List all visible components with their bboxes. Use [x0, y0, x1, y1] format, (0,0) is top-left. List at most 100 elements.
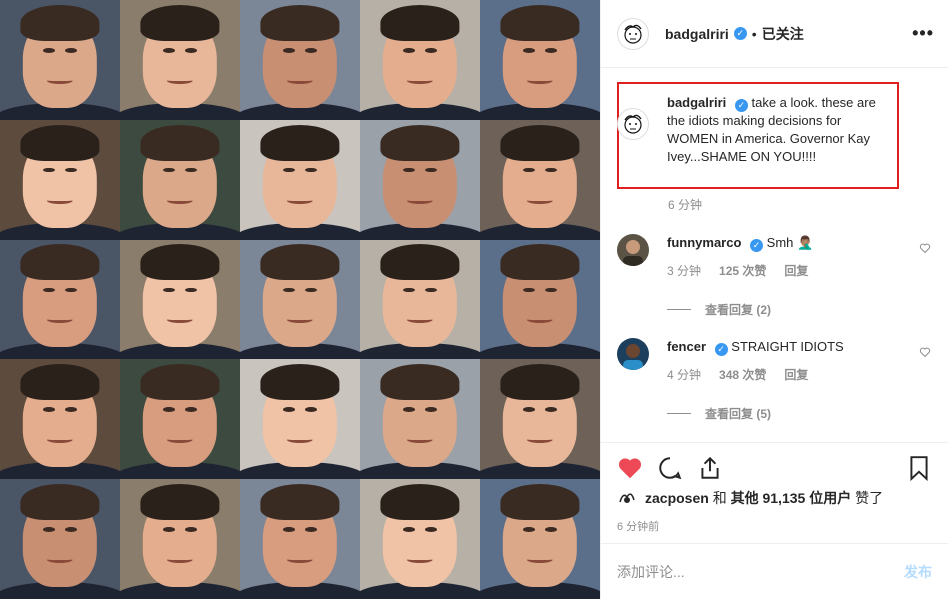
verified-badge-icon: ✓ [714, 343, 728, 356]
portrait-hair [140, 4, 220, 41]
portrait-eye-r [424, 47, 437, 53]
post-image[interactable] [0, 0, 600, 599]
comment-item: fencer ✓ STRAIGHT IDIOTS 4 分钟 348 次赞 回复 … [617, 338, 931, 422]
portrait-hair [500, 364, 580, 401]
comment-input[interactable] [617, 563, 904, 580]
portrait-hair [140, 483, 220, 520]
post-comment-button[interactable]: 发布 [904, 562, 932, 582]
portrait-eye-r [304, 287, 317, 293]
doodle-face-icon [624, 114, 642, 134]
portrait-photo [120, 0, 240, 120]
comment-bubble-icon[interactable] [657, 455, 683, 481]
reply-button[interactable]: 回复 [784, 262, 808, 279]
portrait-photo [360, 0, 480, 120]
author-username[interactable]: badgalriri [665, 26, 729, 42]
portrait-photo [120, 119, 240, 240]
view-replies-button[interactable]: 查看回复 (5) [667, 405, 931, 422]
comment-likes[interactable]: 125 次赞 [719, 262, 766, 279]
action-bar [601, 442, 948, 492]
post-header: badgalriri ✓ • 已关注 ••• [601, 0, 948, 68]
portrait-eye-l [403, 47, 416, 53]
portrait-hair [380, 244, 460, 281]
commenter-avatar[interactable] [617, 234, 649, 266]
comment-like-heart-icon[interactable] [919, 242, 931, 254]
portrait-photo [0, 239, 120, 360]
following-button[interactable]: 已关注 [762, 24, 804, 44]
commenter-avatar[interactable] [617, 338, 649, 370]
header-separator: • [751, 25, 757, 42]
portrait-photo [480, 239, 600, 360]
portrait-hair [380, 124, 460, 161]
portrait-eye-r [544, 287, 557, 293]
post-timestamp[interactable]: 6 分钟前 [617, 518, 659, 534]
view-replies-label: 查看回复 (5) [705, 407, 772, 421]
comments-list[interactable]: badgalriri ✓ take a look. these are the … [601, 68, 948, 442]
portrait-hair [20, 124, 100, 161]
portrait-hair [380, 364, 460, 401]
view-replies-button[interactable]: 查看回复 (2) [667, 301, 931, 318]
caption-timestamp: 6 分钟 [668, 198, 703, 212]
comment-item: funnymarco ✓ Smh 🤦🏽‍♂️ 3 分钟 125 次赞 回复 查看… [617, 234, 931, 318]
comment-like-heart-icon[interactable] [919, 346, 931, 358]
likes-and: 和 [712, 490, 727, 506]
portrait-eye-l [523, 527, 536, 532]
commenter-username[interactable]: fencer [667, 339, 706, 354]
portrait-hair [140, 244, 220, 281]
portrait-photo [0, 119, 120, 240]
liker-username[interactable]: zacposen [645, 490, 709, 506]
portrait-eye-r [184, 527, 197, 532]
doodle-face-icon [624, 24, 642, 44]
likes-count[interactable]: 91,135 [762, 490, 805, 506]
portrait-photo [360, 479, 480, 599]
portrait-hair [20, 364, 100, 401]
portrait-eye-r [304, 527, 317, 532]
bookmark-icon[interactable] [906, 455, 932, 481]
comment-likes[interactable]: 348 次赞 [719, 366, 766, 383]
post-details-panel: badgalriri ✓ • 已关注 ••• badgalriri ✓ take… [600, 0, 948, 599]
portrait-eye-l [283, 527, 296, 532]
likes-summary: zacposen 和 其他 91,135 位用户 赞了 [617, 488, 883, 508]
portrait-eye-l [403, 527, 416, 532]
portrait-photo [240, 359, 360, 480]
likes-others-label[interactable]: 其他 [731, 488, 759, 508]
view-replies-label: 查看回复 (2) [705, 303, 772, 317]
portrait-photo [240, 239, 360, 360]
comment-timestamp: 3 分钟 [667, 264, 702, 278]
caption-avatar[interactable] [617, 108, 649, 140]
portrait-hair [260, 124, 340, 161]
portrait-hair [20, 483, 100, 520]
like-heart-icon[interactable] [617, 455, 643, 481]
divider [667, 309, 691, 310]
portrait-hair [380, 4, 460, 41]
more-options-icon[interactable]: ••• [912, 23, 934, 44]
portrait-photo [240, 0, 360, 120]
portrait-hair [20, 4, 100, 41]
caption-username[interactable]: badgalriri [667, 95, 726, 110]
comment-text: STRAIGHT IDIOTS [731, 339, 844, 354]
portrait-eye-r [424, 287, 437, 293]
portrait-photo [120, 239, 240, 360]
portrait-hair [500, 244, 580, 281]
divider [667, 413, 691, 414]
caption-text-block: badgalriri ✓ take a look. these are the … [667, 94, 889, 166]
portrait-eye-r [64, 407, 77, 413]
likes-users-suffix[interactable]: 位用户 [809, 488, 851, 508]
portrait-hair [260, 4, 340, 41]
portrait-eye-r [64, 47, 77, 53]
likes-liked-suffix: 赞了 [855, 490, 884, 506]
verified-badge-icon: ✓ [733, 27, 747, 40]
portrait-eye-r [304, 47, 317, 53]
liker-avatar-icon[interactable] [617, 488, 637, 508]
portrait-eye-l [283, 47, 296, 53]
share-icon[interactable] [697, 455, 723, 481]
commenter-username[interactable]: funnymarco [667, 235, 741, 250]
portrait-photo [480, 119, 600, 240]
portrait-eye-r [64, 287, 77, 293]
portrait-eye-r [184, 47, 197, 53]
portrait-hair [260, 364, 340, 401]
portrait-photo [360, 239, 480, 360]
reply-button[interactable]: 回复 [784, 366, 808, 383]
portrait-hair [140, 364, 220, 401]
portrait-eye-r [184, 287, 197, 293]
author-avatar[interactable] [617, 17, 649, 50]
